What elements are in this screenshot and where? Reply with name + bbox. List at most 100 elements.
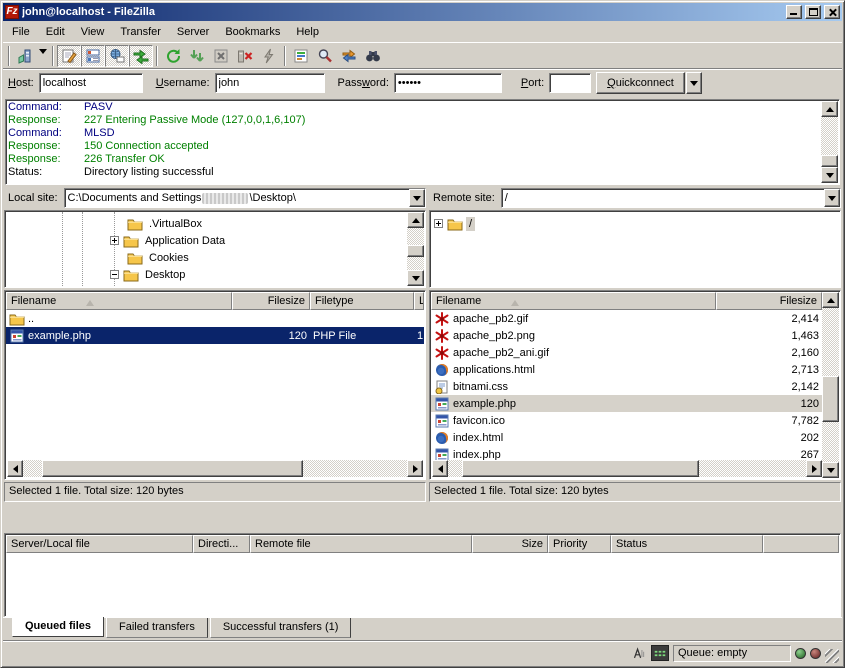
username-input[interactable] xyxy=(215,73,325,93)
find-files-button[interactable] xyxy=(361,45,385,67)
file-row[interactable]: apache_pb2.png1,463 xyxy=(431,327,822,344)
remote-vertical-scrollbar[interactable] xyxy=(822,292,839,478)
tree-item-application-data[interactable]: Application Data xyxy=(6,232,407,249)
menu-help[interactable]: Help xyxy=(288,24,327,40)
quickconnect-button[interactable]: Quickconnect xyxy=(596,72,685,94)
menu-file[interactable]: File xyxy=(4,24,38,40)
local-combo-dropdown[interactable] xyxy=(409,189,425,207)
directory-filter-button[interactable] xyxy=(289,45,313,67)
expand-plus-icon[interactable] xyxy=(110,236,119,245)
column-header-filesize[interactable]: Filesize xyxy=(716,292,822,310)
local-tree-vertical-scrollbar[interactable] xyxy=(407,212,424,286)
maximize-button[interactable] xyxy=(805,5,821,19)
remote-site-combo[interactable]: / xyxy=(501,188,841,208)
scroll-up-button[interactable] xyxy=(822,292,839,308)
collapse-minus-icon[interactable] xyxy=(110,270,119,279)
resize-grip[interactable] xyxy=(825,649,839,663)
tab-successful-transfers[interactable]: Successful transfers (1) xyxy=(210,618,352,638)
toggle-transfer-queue-button[interactable] xyxy=(129,45,153,67)
menu-edit[interactable]: Edit xyxy=(38,24,73,40)
password-input[interactable] xyxy=(394,73,502,93)
column-header-filetype[interactable]: Filetype xyxy=(310,292,414,310)
file-row[interactable]: apache_pb2_ani.gif2,160 xyxy=(431,344,822,361)
tree-item-desktop[interactable]: Desktop xyxy=(6,266,407,283)
synchronized-browsing-button[interactable] xyxy=(337,45,361,67)
dropdown-arrow-icon xyxy=(39,49,47,58)
local-site-combo[interactable]: C:\Documents and Settings\Desktop\ xyxy=(64,188,426,208)
scroll-track[interactable] xyxy=(23,460,407,477)
column-header-remote-file[interactable]: Remote file xyxy=(250,535,472,553)
scroll-down-button[interactable] xyxy=(821,167,838,183)
scroll-up-button[interactable] xyxy=(407,212,424,228)
column-header-priority[interactable]: Priority xyxy=(548,535,611,553)
host-input[interactable] xyxy=(39,73,143,93)
column-header-filesize[interactable]: Filesize xyxy=(232,292,310,310)
file-row[interactable]: index.php267 xyxy=(431,446,822,461)
close-button[interactable] xyxy=(824,5,840,19)
file-row-updir[interactable]: .. xyxy=(6,310,424,327)
toggle-message-log-button[interactable] xyxy=(57,45,81,67)
scroll-right-button[interactable] xyxy=(407,460,423,477)
compare-directories-button[interactable] xyxy=(313,45,337,67)
scroll-track[interactable] xyxy=(822,308,839,462)
scroll-up-button[interactable] xyxy=(821,101,838,117)
scroll-track[interactable] xyxy=(821,117,838,167)
site-manager-dropdown[interactable] xyxy=(37,45,49,67)
port-input[interactable] xyxy=(549,73,591,93)
scroll-left-button[interactable] xyxy=(7,460,23,477)
minimize-icon xyxy=(790,13,797,15)
menu-transfer[interactable]: Transfer xyxy=(112,24,169,40)
menu-view[interactable]: View xyxy=(73,24,113,40)
scroll-track[interactable] xyxy=(448,460,806,477)
refresh-button[interactable] xyxy=(161,45,185,67)
expand-plus-icon[interactable] xyxy=(434,219,443,228)
column-header-status[interactable]: Status xyxy=(611,535,763,553)
column-header-server-local-file[interactable]: Server/Local file xyxy=(6,535,193,553)
toggle-local-tree-button[interactable] xyxy=(81,45,105,67)
scroll-thumb[interactable] xyxy=(42,460,303,477)
local-horizontal-scrollbar[interactable] xyxy=(6,461,424,478)
toggle-remote-tree-button[interactable] xyxy=(105,45,129,67)
column-header-size[interactable]: Size xyxy=(472,535,548,553)
scroll-down-button[interactable] xyxy=(822,462,839,478)
file-row[interactable]: apache_pb2.gif2,414 xyxy=(431,310,822,327)
site-manager-button[interactable] xyxy=(13,45,37,67)
column-header-modified[interactable]: L xyxy=(414,292,424,310)
tree-item-cookies[interactable]: Cookies xyxy=(6,249,407,266)
tree-item-root[interactable]: / xyxy=(431,215,839,232)
ascii-data-type-icon[interactable] xyxy=(629,645,647,661)
remote-horizontal-scrollbar[interactable] xyxy=(431,461,822,478)
tab-queued-files[interactable]: Queued files xyxy=(12,617,104,637)
file-row-example-php[interactable]: example.php120 xyxy=(431,395,822,412)
disconnect-button[interactable] xyxy=(233,45,257,67)
tab-failed-transfers[interactable]: Failed transfers xyxy=(106,618,208,638)
menu-server[interactable]: Server xyxy=(169,24,217,40)
file-row[interactable]: applications.html2,713 xyxy=(431,361,822,378)
queue-list-area[interactable] xyxy=(6,553,839,615)
scroll-right-button[interactable] xyxy=(806,460,822,477)
process-queue-button[interactable] xyxy=(185,45,209,67)
scroll-thumb[interactable] xyxy=(407,245,424,257)
quickconnect-dropdown[interactable] xyxy=(686,72,702,94)
scroll-thumb[interactable] xyxy=(821,155,838,167)
reconnect-button[interactable] xyxy=(257,45,281,67)
minimize-button[interactable] xyxy=(786,5,802,19)
speed-limit-icon[interactable] xyxy=(651,645,669,661)
column-header-direction[interactable]: Directi... xyxy=(193,535,250,553)
scroll-thumb[interactable] xyxy=(822,376,839,422)
remote-combo-dropdown[interactable] xyxy=(824,189,840,207)
scroll-thumb[interactable] xyxy=(462,460,698,477)
file-row[interactable]: favicon.ico7,782 xyxy=(431,412,822,429)
scroll-left-button[interactable] xyxy=(432,460,448,477)
column-header-filename[interactable]: Filename xyxy=(431,292,716,310)
menu-bookmarks[interactable]: Bookmarks xyxy=(217,24,288,40)
tree-item-virtualbox[interactable]: .VirtualBox xyxy=(6,215,407,232)
log-vertical-scrollbar[interactable] xyxy=(821,101,838,183)
scroll-track[interactable] xyxy=(407,228,424,270)
file-row[interactable]: index.html202 xyxy=(431,429,822,446)
cancel-operation-button[interactable] xyxy=(209,45,233,67)
column-header-filename[interactable]: Filename xyxy=(6,292,232,310)
scroll-down-button[interactable] xyxy=(407,270,424,286)
file-row[interactable]: bitnami.css2,142 xyxy=(431,378,822,395)
file-row-example-php[interactable]: example.php 120 PHP File 1 xyxy=(6,327,424,344)
